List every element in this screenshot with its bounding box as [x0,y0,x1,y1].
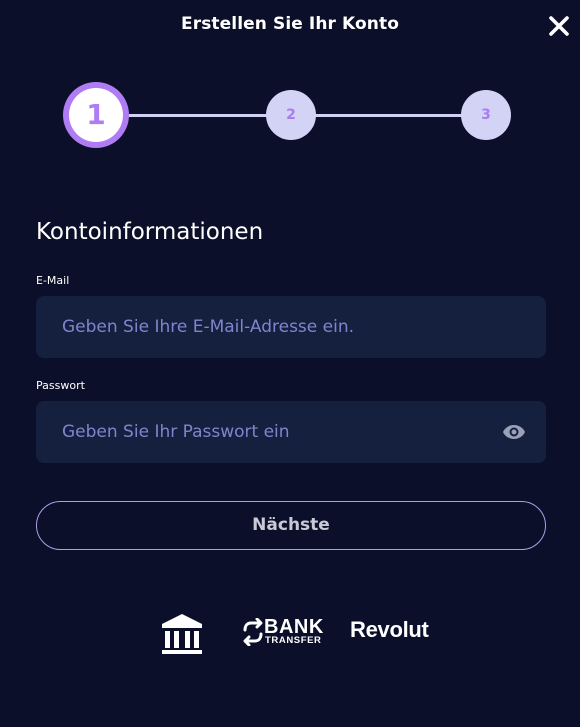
step-connector-2-3 [314,114,464,117]
email-field[interactable] [36,296,546,358]
next-button[interactable]: Nächste [36,501,546,550]
password-field[interactable] [36,401,546,463]
modal-header: Erstellen Sie Ihr Konto [0,0,580,54]
section-title: Kontoinformationen [36,219,264,245]
bank-building-icon [162,614,202,654]
email-label: E-Mail [36,274,70,287]
step-2-indicator: 2 [266,90,316,140]
bank-transfer-logo: BANK TRANSFER [242,616,324,648]
modal-title: Erstellen Sie Ihr Konto [181,14,399,34]
close-icon [549,16,569,36]
close-button[interactable] [545,12,573,40]
password-label: Passwort [36,379,85,392]
password-field-container [36,401,546,463]
payment-methods: BANK TRANSFER Revolut [0,606,580,656]
step-1-indicator: 1 [63,82,129,148]
revolut-logo: Revolut [350,617,429,642]
password-visibility-toggle[interactable] [502,420,526,444]
progress-stepper: 1 2 3 [0,80,580,152]
transfer-arrows-icon [243,618,263,646]
bank-transfer-secondary-text: TRANSFER [265,635,322,646]
email-field-container [36,296,546,358]
step-connector-1-2 [126,114,268,117]
step-3-indicator: 3 [461,90,511,140]
eye-icon [503,425,525,439]
step-1-label: 1 [69,88,123,142]
